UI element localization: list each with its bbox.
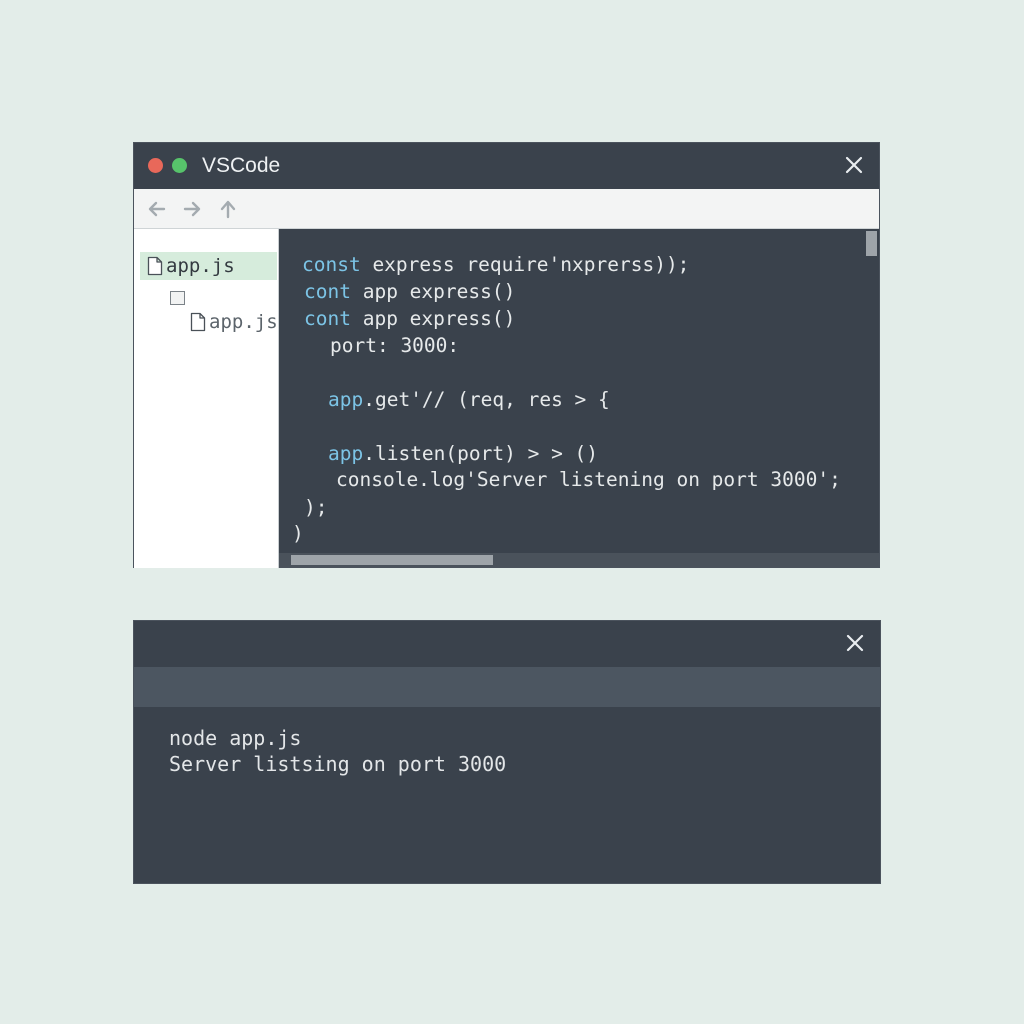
arrow-left-icon[interactable] — [146, 199, 168, 219]
horizontal-scrollbar[interactable] — [279, 553, 879, 567]
code-line: app.listen(port) > > () — [328, 442, 599, 465]
code-line: cont app express() — [304, 307, 516, 330]
close-icon[interactable] — [842, 630, 868, 656]
terminal-tabbar — [134, 667, 880, 707]
tree-item-label: app.js — [166, 255, 235, 277]
arrow-up-icon[interactable] — [217, 199, 239, 219]
file-icon — [190, 312, 206, 332]
folder-icon — [170, 291, 185, 305]
terminal-window: node app.js Server listsing on port 3000 — [133, 620, 881, 884]
vertical-scrollbar-thumb[interactable] — [866, 231, 877, 256]
tree-item-app-js[interactable]: app.js — [140, 252, 277, 280]
code-line: ) — [292, 522, 304, 545]
code-line: const express require'nxprerss)); — [302, 253, 690, 276]
code-line: port: 3000: — [330, 334, 460, 357]
editor-titlebar: VSCode — [134, 143, 879, 189]
horizontal-scrollbar-thumb[interactable] — [291, 555, 493, 565]
tree-item-label: app.js — [209, 311, 278, 333]
close-icon[interactable] — [841, 152, 867, 178]
tree-folder[interactable] — [170, 284, 190, 312]
editor-window: VSCode app.js app.js const express requi… — [133, 142, 880, 568]
editor-toolbar — [134, 189, 879, 229]
file-explorer: app.js app.js — [134, 229, 279, 568]
terminal-line: Server listsing on port 3000 — [169, 752, 507, 776]
code-editor[interactable]: const express require'nxprerss)); cont a… — [279, 229, 879, 554]
terminal-titlebar — [134, 621, 880, 667]
desktop: VSCode app.js app.js const express requi… — [0, 0, 1024, 1024]
window-title: VSCode — [202, 154, 281, 177]
tree-item-app-js-child[interactable]: app.js — [190, 308, 280, 336]
code-line: ); — [304, 496, 328, 519]
code-line: app.get'// (req, res > { — [328, 388, 610, 411]
maximize-dot[interactable] — [172, 158, 187, 173]
terminal-line: node app.js — [169, 726, 302, 750]
code-line: cont app express() — [304, 280, 516, 303]
arrow-right-icon[interactable] — [181, 199, 203, 219]
close-dot[interactable] — [148, 158, 163, 173]
file-icon — [147, 256, 163, 276]
code-line: console.log'Server listening on port 300… — [336, 468, 841, 491]
